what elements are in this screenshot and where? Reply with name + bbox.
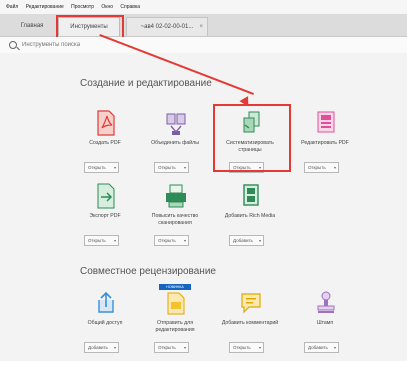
section-create-title: Создание и редактирование bbox=[80, 78, 212, 89]
add-button[interactable]: Добавить ▾ bbox=[304, 342, 339, 353]
chevron-down-icon: ▾ bbox=[333, 165, 336, 170]
tool-label: Добавить Rich Media bbox=[224, 213, 276, 219]
tool-export-pdf[interactable]: Экспорт PDF Открыть ▾ bbox=[70, 183, 140, 263]
tool-combine-files[interactable]: Объединить файлы Открыть ▾ bbox=[140, 110, 210, 190]
chevron-down-icon: ▾ bbox=[113, 345, 116, 350]
tool-label: Создать PDF bbox=[89, 140, 121, 146]
tool-share[interactable]: Общий доступ Добавить ▾ bbox=[70, 290, 140, 370]
search-icon bbox=[9, 41, 17, 49]
tab-document[interactable]: ~ав4 02-02-00-01... × bbox=[126, 17, 208, 36]
highlight-frame bbox=[213, 104, 291, 172]
open-button[interactable]: Открыть ▾ bbox=[154, 342, 189, 353]
tab-highlight-frame bbox=[56, 15, 124, 39]
open-button[interactable]: Открыть ▾ bbox=[229, 342, 264, 353]
chevron-down-icon: ▾ bbox=[113, 238, 116, 243]
tool-enhance-scans[interactable]: Повысить качество сканирования Открыть ▾ bbox=[140, 183, 210, 263]
tool-label: Экспорт PDF bbox=[89, 213, 121, 219]
scanner-icon bbox=[166, 184, 186, 208]
chevron-down-icon: ▾ bbox=[333, 345, 336, 350]
send-review-icon bbox=[167, 292, 185, 315]
menu-bar: Файл Редактирование Просмотр Окно Справк… bbox=[0, 0, 407, 14]
chevron-down-icon: ▾ bbox=[258, 345, 261, 350]
comment-icon bbox=[241, 293, 261, 314]
tools-panel: Создание и редактирование Создать PDF От… bbox=[0, 53, 407, 361]
tool-label: Добавить комментарий bbox=[221, 320, 279, 326]
chevron-down-icon: ▾ bbox=[258, 238, 261, 243]
tool-send-for-review[interactable]: НОВИНКА Отправить для редактирования Отк… bbox=[140, 284, 210, 370]
add-button[interactable]: Добавить ▾ bbox=[229, 235, 264, 246]
tool-edit-pdf[interactable]: Редактировать PDF Открыть ▾ bbox=[290, 110, 360, 190]
combine-files-icon bbox=[166, 113, 186, 135]
share-icon bbox=[98, 291, 114, 313]
tool-label: Общий доступ bbox=[87, 320, 123, 326]
open-button[interactable]: Открыть ▾ bbox=[84, 235, 119, 246]
tool-label: Редактировать PDF bbox=[301, 140, 349, 146]
tool-label: Объединить файлы bbox=[151, 140, 199, 146]
menu-view[interactable]: Просмотр bbox=[71, 4, 94, 10]
menu-edit[interactable]: Редактирование bbox=[26, 4, 64, 10]
menu-help[interactable]: Справка bbox=[120, 4, 140, 10]
chevron-down-icon: ▾ bbox=[183, 238, 186, 243]
open-button[interactable]: Открыть ▾ bbox=[154, 235, 189, 246]
tool-add-comment[interactable]: Добавить комментарий Открыть ▾ bbox=[215, 290, 285, 370]
section-review-title: Совместное рецензирование bbox=[80, 266, 216, 277]
tool-label: Штамп bbox=[316, 320, 334, 326]
tool-create-pdf[interactable]: Создать PDF Открыть ▾ bbox=[70, 110, 140, 190]
add-button[interactable]: Добавить ▾ bbox=[84, 342, 119, 353]
create-pdf-icon bbox=[97, 110, 115, 136]
tab-home[interactable]: Главная bbox=[12, 17, 52, 35]
open-button[interactable]: Открыть ▾ bbox=[304, 162, 339, 173]
open-button[interactable]: Открыть ▾ bbox=[154, 162, 189, 173]
tool-label: Отправить для редактирования bbox=[155, 320, 195, 333]
tab-document-label: ~ав4 02-02-00-01... bbox=[140, 24, 194, 30]
edit-pdf-icon bbox=[317, 111, 335, 133]
stamp-icon bbox=[317, 291, 335, 313]
open-button[interactable]: Открыть ▾ bbox=[84, 162, 119, 173]
tool-label: Повысить качество сканирования bbox=[151, 213, 199, 226]
tool-stamp[interactable]: Штамп Добавить ▾ bbox=[290, 290, 360, 370]
chevron-down-icon: ▾ bbox=[183, 165, 186, 170]
menu-file[interactable]: Файл bbox=[6, 4, 18, 10]
export-pdf-icon bbox=[97, 183, 115, 209]
menu-window[interactable]: Окно bbox=[101, 4, 113, 10]
tool-rich-media[interactable]: Добавить Rich Media Добавить ▾ bbox=[215, 183, 285, 263]
chevron-down-icon: ▾ bbox=[183, 345, 186, 350]
close-icon[interactable]: × bbox=[199, 18, 203, 36]
chevron-down-icon: ▾ bbox=[113, 165, 116, 170]
film-icon bbox=[243, 184, 259, 206]
tools-search-bar bbox=[0, 37, 407, 54]
